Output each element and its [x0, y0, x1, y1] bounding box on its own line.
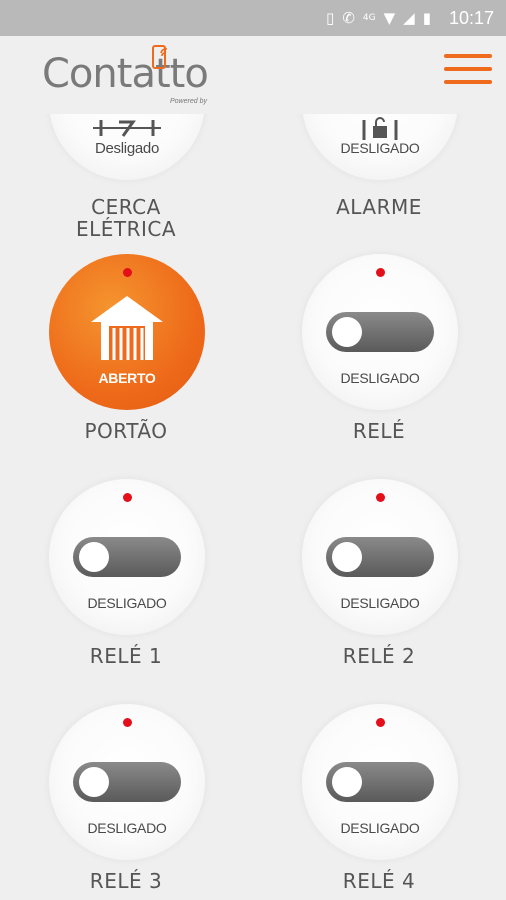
logo-powered-by: Powered by: [170, 98, 207, 105]
rele-3-state: DESLIGADO: [87, 820, 167, 836]
portao-label: PORTÃO: [84, 419, 168, 443]
vibrate-icon: ▯: [326, 8, 335, 27]
toggle-knob: [332, 542, 362, 572]
rele-2-label: RELÉ 2: [342, 644, 416, 668]
rele-1-button[interactable]: DESLIGADO: [49, 479, 205, 635]
app-header: Contatto Powered by: [0, 36, 506, 114]
rele-toggle[interactable]: [326, 312, 434, 352]
menu-line-icon: [444, 54, 492, 58]
rele-1-state: DESLIGADO: [87, 595, 167, 611]
phone-wifi-icon: [152, 45, 168, 69]
rele-4-button[interactable]: DESLIGADO: [302, 704, 458, 860]
electric-fence-icon: [93, 120, 161, 137]
cerca-eletrica-state: Desligado: [94, 140, 159, 157]
alarme-button[interactable]: DESLIGADO: [302, 114, 458, 180]
device-grid[interactable]: Desligado CERCA ELÉTRICA DESLIGADO ALARM…: [0, 114, 506, 900]
status-led: [376, 493, 385, 502]
rele-2-button[interactable]: DESLIGADO: [302, 479, 458, 635]
rele-3-label: RELÉ 3: [89, 869, 163, 893]
rele-3-toggle[interactable]: [73, 762, 181, 802]
battery-icon: ▮: [422, 8, 431, 27]
cerca-eletrica-label: CERCA ELÉTRICA: [75, 195, 177, 241]
portao-state: ABERTO: [98, 370, 156, 386]
rele-button[interactable]: DESLIGADO: [302, 254, 458, 410]
status-led: [123, 268, 132, 277]
menu-line-icon: [444, 67, 492, 71]
alarme-label: ALARME: [336, 195, 422, 219]
network-type-label: 4G: [362, 12, 376, 23]
contatto-logo: Contatto Powered by: [42, 45, 242, 110]
status-bar: ▯ ✆ 4G ▼ ◢ ▮ 10:17: [0, 0, 506, 36]
signal-icon: ◢: [403, 8, 415, 27]
rele-2-toggle[interactable]: [326, 537, 434, 577]
clock: 10:17: [448, 7, 494, 28]
rele-1-label: RELÉ 1: [89, 644, 163, 668]
rele-4-label: RELÉ 4: [342, 869, 416, 893]
lock-icon: [362, 117, 398, 140]
hamburger-menu-button[interactable]: [444, 54, 492, 94]
status-led: [123, 493, 132, 502]
rele-1-toggle[interactable]: [73, 537, 181, 577]
toggle-knob: [79, 542, 109, 572]
wifi-icon: ▼: [383, 8, 396, 27]
logo-text: Contatto: [42, 51, 209, 97]
rele-3-button[interactable]: DESLIGADO: [49, 704, 205, 860]
rele-4-state: DESLIGADO: [340, 820, 420, 836]
rele-state: DESLIGADO: [340, 370, 420, 386]
status-led: [123, 718, 132, 727]
rele-2-state: DESLIGADO: [340, 595, 420, 611]
rele-4-toggle[interactable]: [326, 762, 434, 802]
portao-button[interactable]: ABERTO: [49, 254, 205, 410]
toggle-knob: [332, 767, 362, 797]
status-led: [376, 718, 385, 727]
toggle-knob: [332, 317, 362, 347]
alarme-state: DESLIGADO: [340, 140, 420, 156]
status-led: [376, 268, 385, 277]
toggle-knob: [79, 767, 109, 797]
volte-call-icon: ✆: [342, 8, 355, 27]
rele-label: RELÉ: [352, 419, 406, 443]
menu-line-icon: [444, 80, 492, 84]
garage-house-icon: [91, 296, 163, 360]
cerca-eletrica-button[interactable]: Desligado: [49, 114, 205, 180]
